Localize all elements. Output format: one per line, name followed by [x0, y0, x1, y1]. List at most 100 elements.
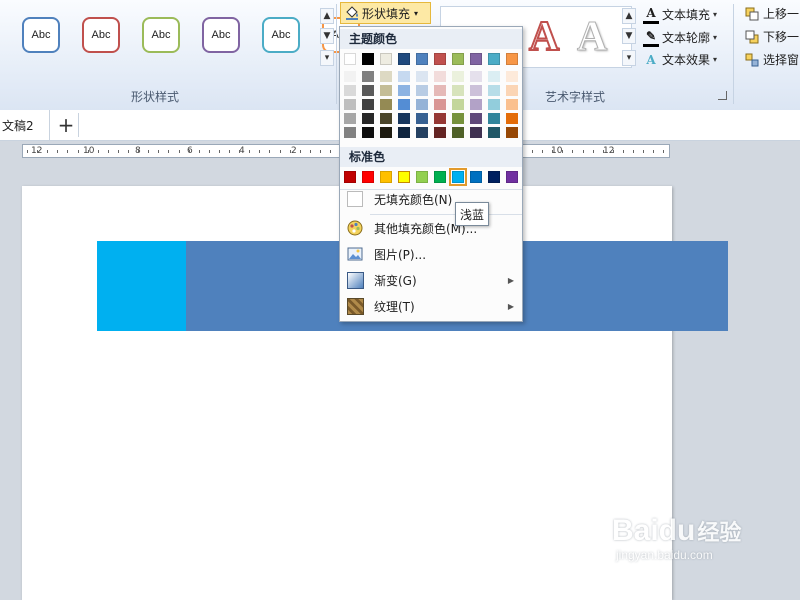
theme-color-shade[interactable]	[362, 71, 374, 82]
theme-color-shade[interactable]	[434, 99, 446, 110]
theme-color-shade[interactable]	[506, 99, 518, 110]
theme-color-shade[interactable]	[380, 99, 392, 110]
theme-color-shade[interactable]	[434, 127, 446, 138]
shape-style-option[interactable]: Abc	[82, 17, 120, 53]
theme-color-shade[interactable]	[380, 71, 392, 82]
theme-color-shade[interactable]	[434, 85, 446, 96]
theme-color-swatch[interactable]	[434, 53, 446, 65]
wordart-scroll-down[interactable]: ▼	[622, 28, 636, 44]
theme-color-shade[interactable]	[362, 99, 374, 110]
theme-color-shade[interactable]	[380, 85, 392, 96]
theme-color-shade[interactable]	[452, 127, 464, 138]
theme-color-shade[interactable]	[506, 127, 518, 138]
theme-color-shade[interactable]	[506, 113, 518, 124]
text-fill-button[interactable]: A 文本填充 ▾	[643, 5, 717, 24]
standard-color-swatch[interactable]	[362, 171, 374, 183]
theme-color-shade[interactable]	[488, 127, 500, 138]
theme-color-shade[interactable]	[452, 99, 464, 110]
bring-forward-button[interactable]: 上移一	[744, 5, 799, 22]
theme-color-shade[interactable]	[470, 127, 482, 138]
shape-style-option[interactable]: Abc	[22, 17, 60, 53]
theme-color-shade[interactable]	[416, 85, 428, 96]
theme-color-shade[interactable]	[452, 113, 464, 124]
theme-color-swatch[interactable]	[362, 53, 374, 65]
standard-color-swatch[interactable]	[488, 171, 500, 183]
send-backward-button[interactable]: 下移一	[744, 28, 799, 45]
theme-color-shade[interactable]	[344, 71, 356, 82]
shape-style-option[interactable]: Abc	[262, 17, 300, 53]
wordart-more[interactable]: ▾	[622, 50, 636, 66]
theme-color-swatch[interactable]	[488, 53, 500, 65]
theme-color-shade[interactable]	[470, 71, 482, 82]
theme-color-shade[interactable]	[344, 85, 356, 96]
theme-color-shade[interactable]	[488, 99, 500, 110]
theme-color-shade[interactable]	[380, 127, 392, 138]
shape-style-option[interactable]: Abc	[142, 17, 180, 53]
standard-color-swatch[interactable]	[398, 171, 410, 183]
theme-color-shade[interactable]	[470, 99, 482, 110]
theme-color-shade[interactable]	[470, 113, 482, 124]
theme-color-shade[interactable]	[398, 85, 410, 96]
theme-color-shade[interactable]	[398, 127, 410, 138]
theme-color-swatch[interactable]	[398, 53, 410, 65]
theme-color-shade[interactable]	[344, 99, 356, 110]
standard-color-swatch[interactable]	[506, 171, 518, 183]
standard-color-swatch[interactable]	[449, 168, 467, 186]
wordart-style-red[interactable]: A	[528, 13, 560, 61]
more-fill-colors-item[interactable]: 其他填充颜色(M)...	[340, 215, 522, 241]
theme-color-swatch[interactable]	[380, 53, 392, 65]
theme-color-shade[interactable]	[506, 85, 518, 96]
theme-color-shade[interactable]	[398, 71, 410, 82]
selection-pane-button[interactable]: 选择窗	[744, 51, 799, 68]
gallery-scroll-up[interactable]: ▲	[320, 8, 334, 24]
theme-color-swatch[interactable]	[470, 53, 482, 65]
theme-color-shade[interactable]	[362, 127, 374, 138]
document-tab[interactable]: 文稿2	[0, 110, 50, 140]
theme-color-shade[interactable]	[452, 71, 464, 82]
no-fill-item[interactable]: 无填充颜色(N)	[340, 186, 522, 212]
theme-color-shade[interactable]	[488, 85, 500, 96]
wordart-style-white[interactable]: A	[576, 13, 607, 61]
text-outline-button[interactable]: ✎ 文本轮廓 ▾	[643, 28, 717, 47]
shape-style-option[interactable]: Abc	[202, 17, 240, 53]
theme-color-swatch[interactable]	[344, 53, 356, 65]
standard-color-swatch[interactable]	[416, 171, 428, 183]
gallery-scroll-down[interactable]: ▼	[320, 28, 334, 44]
picture-fill-item[interactable]: 图片(P)...	[340, 241, 522, 267]
theme-color-shade[interactable]	[344, 127, 356, 138]
ruler-tick	[259, 150, 261, 153]
theme-color-shade[interactable]	[488, 71, 500, 82]
theme-color-shade[interactable]	[434, 71, 446, 82]
theme-color-shade[interactable]	[470, 85, 482, 96]
theme-color-shade[interactable]	[488, 113, 500, 124]
theme-color-shade[interactable]	[506, 71, 518, 82]
theme-color-swatch[interactable]	[506, 53, 518, 65]
theme-color-shade[interactable]	[380, 113, 392, 124]
text-effects-button[interactable]: A 文本效果 ▾	[643, 51, 717, 68]
standard-color-swatch[interactable]	[344, 171, 356, 183]
theme-color-shade[interactable]	[416, 71, 428, 82]
theme-color-shade[interactable]	[398, 113, 410, 124]
texture-fill-item[interactable]: 纹理(T) ▶	[340, 293, 522, 319]
theme-color-shade[interactable]	[416, 99, 428, 110]
gallery-more[interactable]: ▾	[320, 50, 334, 66]
theme-color-shade[interactable]	[362, 113, 374, 124]
wordart-scroll-up[interactable]: ▲	[622, 8, 636, 24]
dialog-launcher-icon[interactable]	[718, 91, 727, 100]
theme-color-shade[interactable]	[398, 99, 410, 110]
theme-color-swatch[interactable]	[416, 53, 428, 65]
theme-color-shade[interactable]	[416, 127, 428, 138]
theme-color-shade[interactable]	[452, 85, 464, 96]
theme-color-shade[interactable]	[416, 113, 428, 124]
standard-color-swatch[interactable]	[380, 171, 392, 183]
new-tab-button[interactable]: +	[54, 113, 79, 137]
theme-color-shade[interactable]	[362, 85, 374, 96]
standard-color-swatch[interactable]	[470, 171, 482, 183]
theme-color-swatch[interactable]	[452, 53, 464, 65]
shape-fill-button[interactable]: 形状填充 ▾	[340, 2, 431, 24]
gradient-fill-item[interactable]: 渐变(G) ▶	[340, 267, 522, 293]
theme-color-shade[interactable]	[344, 113, 356, 124]
shape-light-blue[interactable]	[97, 241, 186, 331]
theme-color-shade[interactable]	[434, 113, 446, 124]
standard-color-swatch[interactable]	[434, 171, 446, 183]
